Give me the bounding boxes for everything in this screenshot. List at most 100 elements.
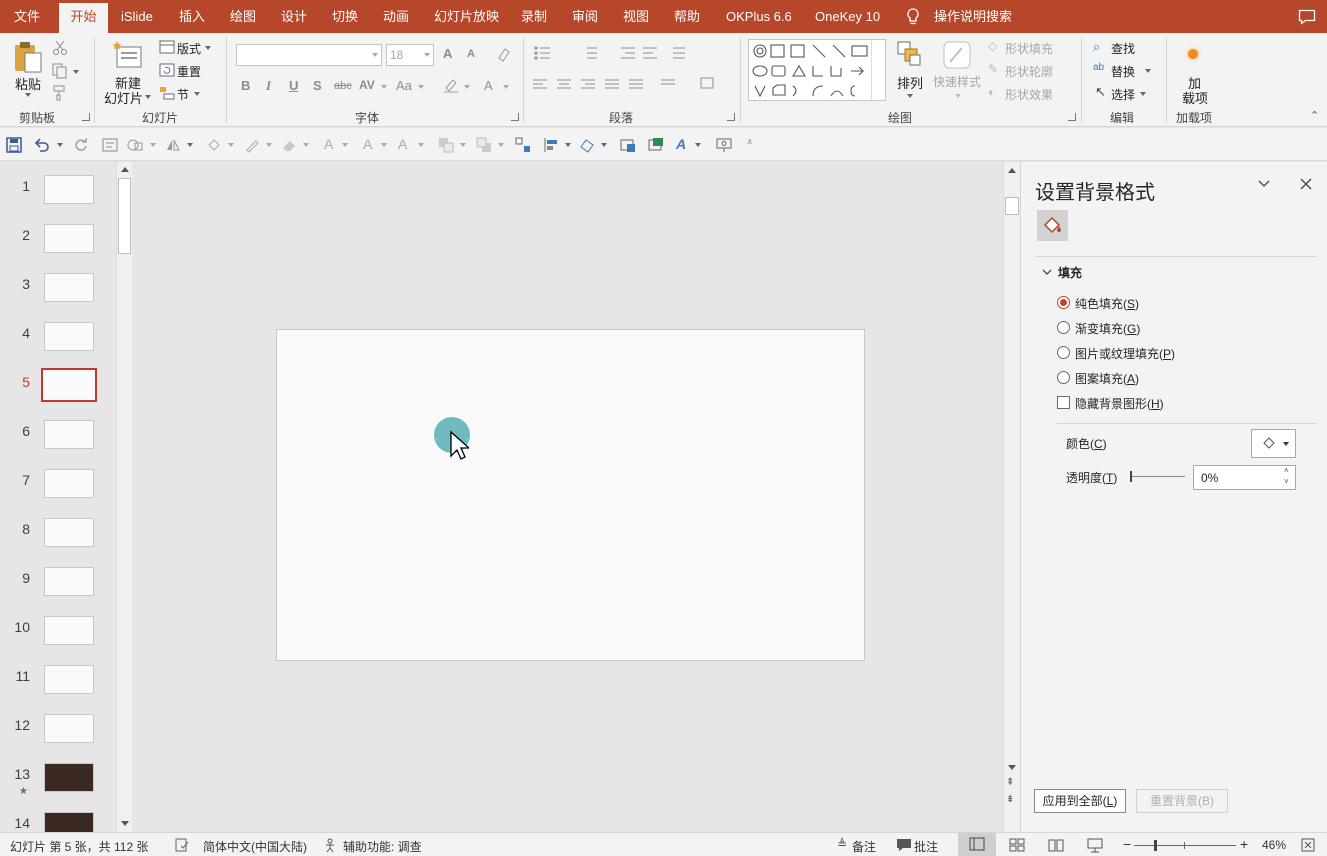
tab-home[interactable]: 开始 [59,3,108,33]
font-color-dropdown-icon[interactable] [503,85,509,89]
highlight-dropdown-icon[interactable] [464,85,470,89]
grow-font-button[interactable]: A [443,46,452,61]
tab-insert[interactable]: 插入 [179,0,205,33]
wordart-icon[interactable]: A [676,136,686,152]
find-button[interactable]: 查找 [1111,40,1135,57]
bold-button[interactable]: B [241,78,250,93]
fill-qat-dropdown-icon[interactable] [228,143,234,147]
align-dropdown-icon[interactable] [565,143,571,147]
language[interactable]: 简体中文(中国大陆) [203,838,307,855]
solid-fill-radio[interactable] [1057,296,1070,309]
select-button[interactable]: 选择 [1111,86,1135,103]
gallery-scroll[interactable] [871,40,885,100]
char-spacing-button[interactable]: AV [359,78,375,92]
paste-button[interactable]: 粘贴 [15,74,41,93]
addins-icon[interactable] [1188,49,1198,59]
slideshow-icon[interactable] [1087,837,1103,853]
canvas-scroll-thumb[interactable] [1005,197,1019,215]
thumbnail-scroll-thumb[interactable] [118,178,131,254]
tell-me-search[interactable]: 操作说明搜索 [934,0,1012,33]
change-case-button[interactable]: Aa [396,78,412,93]
new-slide-icon[interactable] [111,39,143,69]
scroll-up-icon[interactable] [121,167,129,172]
tab-help[interactable]: 帮助 [674,0,700,33]
comment-icon[interactable] [1298,9,1316,25]
slide-thumbnail[interactable] [44,714,94,743]
thumbnail-scrollbar-track[interactable] [116,162,132,832]
color-dropdown-icon[interactable] [1283,442,1289,446]
copy-dropdown-icon[interactable] [73,70,79,74]
clear-format-icon[interactable] [496,46,512,62]
wordart-dropdown-icon[interactable] [695,143,701,147]
layout-button[interactable]: 版式 [177,40,201,57]
fill-section-title[interactable]: 填充 [1058,264,1082,281]
slide-sorter-icon[interactable] [1009,837,1025,853]
replace-button[interactable]: 替换 [1111,63,1135,80]
section-icon[interactable] [159,85,175,101]
tab-record[interactable]: 录制 [521,0,547,33]
picture-fill-radio[interactable] [1057,346,1070,359]
tab-review[interactable]: 审阅 [572,0,598,33]
clipboard-launcher-icon[interactable] [82,113,90,121]
next-slide-icon[interactable]: ⇟ [1006,794,1014,805]
bring-forward-icon[interactable] [438,137,454,153]
copy-icon[interactable] [52,63,68,79]
canvas-scroll-down-icon[interactable] [1008,765,1016,770]
chevron-down-icon[interactable] [1042,268,1052,276]
shrink-font-button[interactable]: A [467,48,475,60]
close-icon[interactable] [1300,178,1312,190]
eraser-icon[interactable] [281,137,297,153]
drawing-launcher-icon[interactable] [1068,113,1076,121]
lightbulb-icon[interactable] [906,8,920,26]
new-slide-dropdown-icon[interactable] [145,95,151,99]
section-dropdown-icon[interactable] [194,92,200,96]
tab-okplus[interactable]: OKPlus 6.6 [726,0,792,33]
layout-icon[interactable] [159,39,175,55]
highlight-icon[interactable] [443,77,459,93]
flip-icon[interactable] [165,137,181,153]
send-backward-dropdown-icon[interactable] [498,143,504,147]
slide-thumbnail[interactable] [44,763,94,792]
spin-up-icon[interactable]: ˄ [1284,466,1289,475]
pane-options-icon[interactable] [1258,179,1270,189]
zoom-in-icon[interactable]: + [1240,836,1248,852]
replace-icon[interactable]: ab [1093,62,1104,73]
font-launcher-icon[interactable] [511,113,519,121]
underline-button[interactable]: U [289,78,298,93]
accessibility-status[interactable]: 辅助功能: 调查 [343,838,422,855]
slide-thumbnail[interactable] [44,469,94,498]
zoom-slider[interactable] [1134,840,1236,851]
send-backward-icon[interactable] [476,137,492,153]
spin-down-icon[interactable]: ˅ [1284,477,1289,486]
tab-islide[interactable]: iSlide [121,0,153,33]
edit-shape-icon[interactable] [579,137,595,153]
previous-slide-icon[interactable]: ⇞ [1006,777,1014,788]
new-slide-label-2[interactable]: 幻灯片 [104,88,143,107]
canvas-scrollbar[interactable]: ⇞ ⇟ [1003,162,1020,832]
shadow-button[interactable]: S [313,78,322,93]
shapes-qat-dropdown-icon[interactable] [150,143,156,147]
tab-animations[interactable]: 动画 [383,0,409,33]
undo-icon[interactable] [34,137,50,153]
strikethrough-button[interactable]: abc [334,80,352,92]
fill-tab[interactable] [1037,210,1068,241]
flip-dropdown-icon[interactable] [187,143,193,147]
notes-button[interactable]: 备注 [852,838,876,855]
shapes-icon[interactable] [751,42,871,100]
zoom-level[interactable]: 46% [1262,838,1286,852]
paste-icon[interactable] [13,40,43,74]
pattern-fill-radio[interactable] [1057,371,1070,384]
slide-thumbnail[interactable] [41,368,97,402]
current-slide[interactable] [276,329,865,661]
comments-button[interactable]: 批注 [914,838,938,855]
slide-thumbnail[interactable] [44,812,94,832]
crop-icon[interactable] [620,137,636,153]
transparency-slider[interactable] [1130,471,1185,482]
paste-dropdown-icon[interactable] [25,93,31,97]
gradient-fill-radio[interactable] [1057,321,1070,334]
font-name-input[interactable] [236,44,382,66]
present-icon[interactable] [716,137,732,153]
replace-dropdown-icon[interactable] [1145,69,1151,73]
font-name-dropdown-icon[interactable] [372,53,378,57]
arrange-dropdown-icon[interactable] [907,94,913,98]
